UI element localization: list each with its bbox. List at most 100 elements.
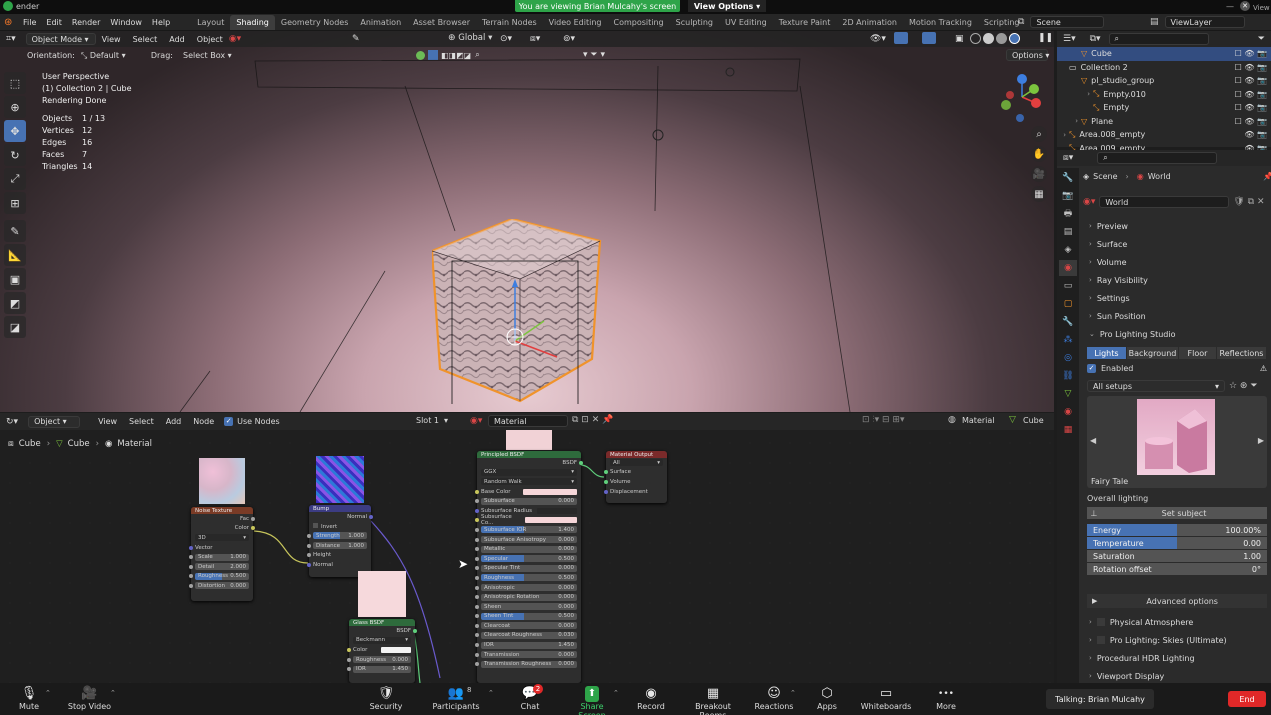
selected-cube[interactable] [430,217,602,412]
lighting-slider[interactable]: Temperature 0.00 [1087,537,1267,549]
principled-field-row[interactable]: Transmission 0.000 [475,650,577,660]
invert-checkbox[interactable]: Invert [313,522,367,532]
outliner-item[interactable]: › ▽ Plane ☐ 👁 📷 [1057,115,1271,129]
share-screen-button[interactable]: ⬆Share Screen [566,686,618,715]
principled-field-row[interactable]: Subsurface 0.000 [475,496,577,506]
distance-field[interactable]: Distance 1.000 [307,541,367,551]
principled-field-row[interactable]: Clearcoat Roughness 0.030 [475,631,577,641]
visibility-icons[interactable]: ☐ 👁 📷 [1235,49,1267,58]
ior-field[interactable]: IOR 1.450 [347,664,411,674]
lighting-slider[interactable]: Saturation 1.00 [1087,550,1267,562]
roughness-field[interactable]: Roughness 0.500 [189,572,249,582]
rotate-tool-icon[interactable]: ↻ [4,144,26,166]
scene-tab-icon[interactable]: ◈ [1059,242,1077,258]
roughness-field[interactable]: Roughness 0.000 [347,655,411,665]
advanced-options-panel[interactable]: ▶ Advanced options [1087,594,1267,608]
visibility-icons[interactable]: ☐ 👁 📷 [1235,63,1267,72]
world-tab-icon[interactable]: ◉ [1059,260,1077,276]
principled-field-row[interactable]: Specular Tint 0.000 [475,564,577,574]
select-box-tool-icon[interactable]: ⬚ [4,72,26,94]
collection-tab-icon[interactable]: ▭ [1059,278,1077,294]
distribution-dropdown[interactable]: GGX ▾ [481,468,577,478]
distortion-field[interactable]: Distortion 0.000 [189,581,249,591]
mute-button[interactable]: 🎙 Mute [12,686,46,711]
principled-field-row[interactable]: IOR 1.450 [475,640,577,650]
pan-hand-icon[interactable]: ✋ [1031,146,1047,162]
menu-render[interactable]: Render [67,18,105,27]
camera-icon[interactable]: 🎥 [1031,166,1047,182]
outliner-item[interactable]: ▽ pl_studio_group ☐ 👁 📷 [1057,74,1271,88]
lighting-slider[interactable]: Energy 100.00% [1087,524,1267,536]
panel-ray-visibility[interactable]: › Ray Visibility [1083,272,1267,288]
apps-button[interactable]: ⬡ Apps [815,686,839,711]
panel-preview[interactable]: › Preview [1083,218,1267,234]
panel-pro-lighting-skies[interactable]: › Pro Lighting: Skies (Ultimate) [1083,632,1267,648]
tool-tab-icon[interactable]: 🔧 [1059,170,1077,186]
principled-field-row[interactable]: Subsurface Co... [475,514,577,526]
filter-icon[interactable]: ⏷ [1258,34,1265,44]
noise-texture-node[interactable]: Noise Texture Fac Color 3D ▾ Vector Scale… [189,507,255,601]
principled-field-row[interactable]: Sheen 0.000 [475,602,577,612]
scale-field[interactable]: Scale 1.000 [189,552,249,562]
edit-tool-icon[interactable]: ◩ [4,292,26,314]
view-layer-selector[interactable]: ▤ ViewLayer [1150,16,1245,28]
scene-selector[interactable]: ⧉ Scene [1018,16,1105,28]
menu-file[interactable]: File [18,18,41,27]
detail-field[interactable]: Detail 2.000 [189,562,249,572]
menu-window[interactable]: Window [105,18,147,27]
panel-sun-position[interactable]: › Sun Position [1083,308,1267,324]
previous-preset-icon[interactable]: ◀ [1090,436,1096,445]
tab-motion-tracking[interactable]: Motion Tracking [903,15,978,30]
color-field[interactable]: Color [347,645,411,655]
principled-field-row[interactable]: Subsurface IOR 1.400 [475,525,577,535]
principled-field-row[interactable]: Sheen Tint 0.500 [475,612,577,622]
principled-field-row[interactable]: Anisotropic Rotation 0.000 [475,592,577,602]
target-dropdown[interactable]: All ▾ [610,458,663,468]
principled-field-row[interactable]: Clearcoat 0.000 [475,621,577,631]
display-mode-icon[interactable]: ⧉▾ [1090,34,1101,44]
output-tab-icon[interactable]: 🖶 [1059,206,1077,222]
panel-surface[interactable]: › Surface [1083,236,1267,252]
principled-field-row[interactable]: Specular 0.500 [475,554,577,564]
stop-video-button[interactable]: 🎥 Stop Video [62,686,117,711]
knife-tool-icon[interactable]: ◪ [4,316,26,338]
tab-2d-animation[interactable]: 2D Animation [836,15,903,30]
panel-checkbox[interactable] [1096,636,1105,644]
panel-volume[interactable]: › Volume [1083,254,1267,270]
tab-texture-paint[interactable]: Texture Paint [773,15,837,30]
outliner-type-icon[interactable]: ☰▾ [1063,34,1076,44]
measure-tool-icon[interactable]: 📐 [4,244,26,266]
strength-field[interactable]: Strength 1.000 [307,531,367,541]
minimize-icon[interactable]: — [1226,2,1234,11]
chevron-up-icon[interactable]: ⌃ [790,689,796,697]
menu-edit[interactable]: Edit [41,18,67,27]
outliner-item[interactable]: ▭ Collection 2 ☐ 👁 📷 [1057,61,1271,75]
chevron-up-icon[interactable]: ⌃ [488,689,494,697]
outliner-item[interactable]: ⤡ Empty ☐ 👁 📷 [1057,101,1271,115]
add-cube-tool-icon[interactable]: ▣ [4,268,26,290]
properties-search-input[interactable]: ⌕ [1097,152,1218,164]
material-output-node[interactable]: Material Output All ▾ Surface Volume Disp… [604,451,667,503]
security-button[interactable]: 🛡 Security [366,686,406,711]
annotate-tool-icon[interactable]: ✎ [4,220,26,242]
expand-arrow-icon[interactable]: › [1061,90,1093,98]
whiteboards-button[interactable]: ▭ Whiteboards [861,686,912,711]
scene-name-field[interactable]: Scene [1030,16,1105,28]
next-preset-icon[interactable]: ▶ [1258,436,1264,445]
modifier-tab-icon[interactable]: 🔧 [1059,314,1077,330]
enabled-checkbox[interactable]: ✓ [1087,364,1096,373]
tab-asset-browser[interactable]: Asset Browser [407,15,476,30]
cursor-tool-icon[interactable]: ⊕ [4,96,26,118]
outliner-item[interactable]: ▽ Cube ☐ 👁 📷 [1057,47,1271,61]
distribution-dropdown[interactable]: Beckmann ▾ [353,636,411,646]
tab-shading[interactable]: Shading [230,15,275,30]
view-layer-field[interactable]: ViewLayer [1164,16,1245,28]
view-options-button[interactable]: View Options ▾ [688,0,766,12]
render-tab-icon[interactable]: 📷 [1059,188,1077,204]
navigation-gizmo[interactable] [998,71,1048,126]
view-layer-tab-icon[interactable]: ▤ [1059,224,1077,240]
panel-physical-atmosphere[interactable]: › Physical Atmosphere [1083,614,1267,630]
tab-background[interactable]: Background [1127,347,1179,359]
glass-bsdf-node[interactable]: Glass BSDF BSDF Beckmann ▾ Color Roughnes… [347,619,417,683]
setup-actions-icons[interactable]: ☆ ⊛ ⏷ [1229,381,1258,391]
